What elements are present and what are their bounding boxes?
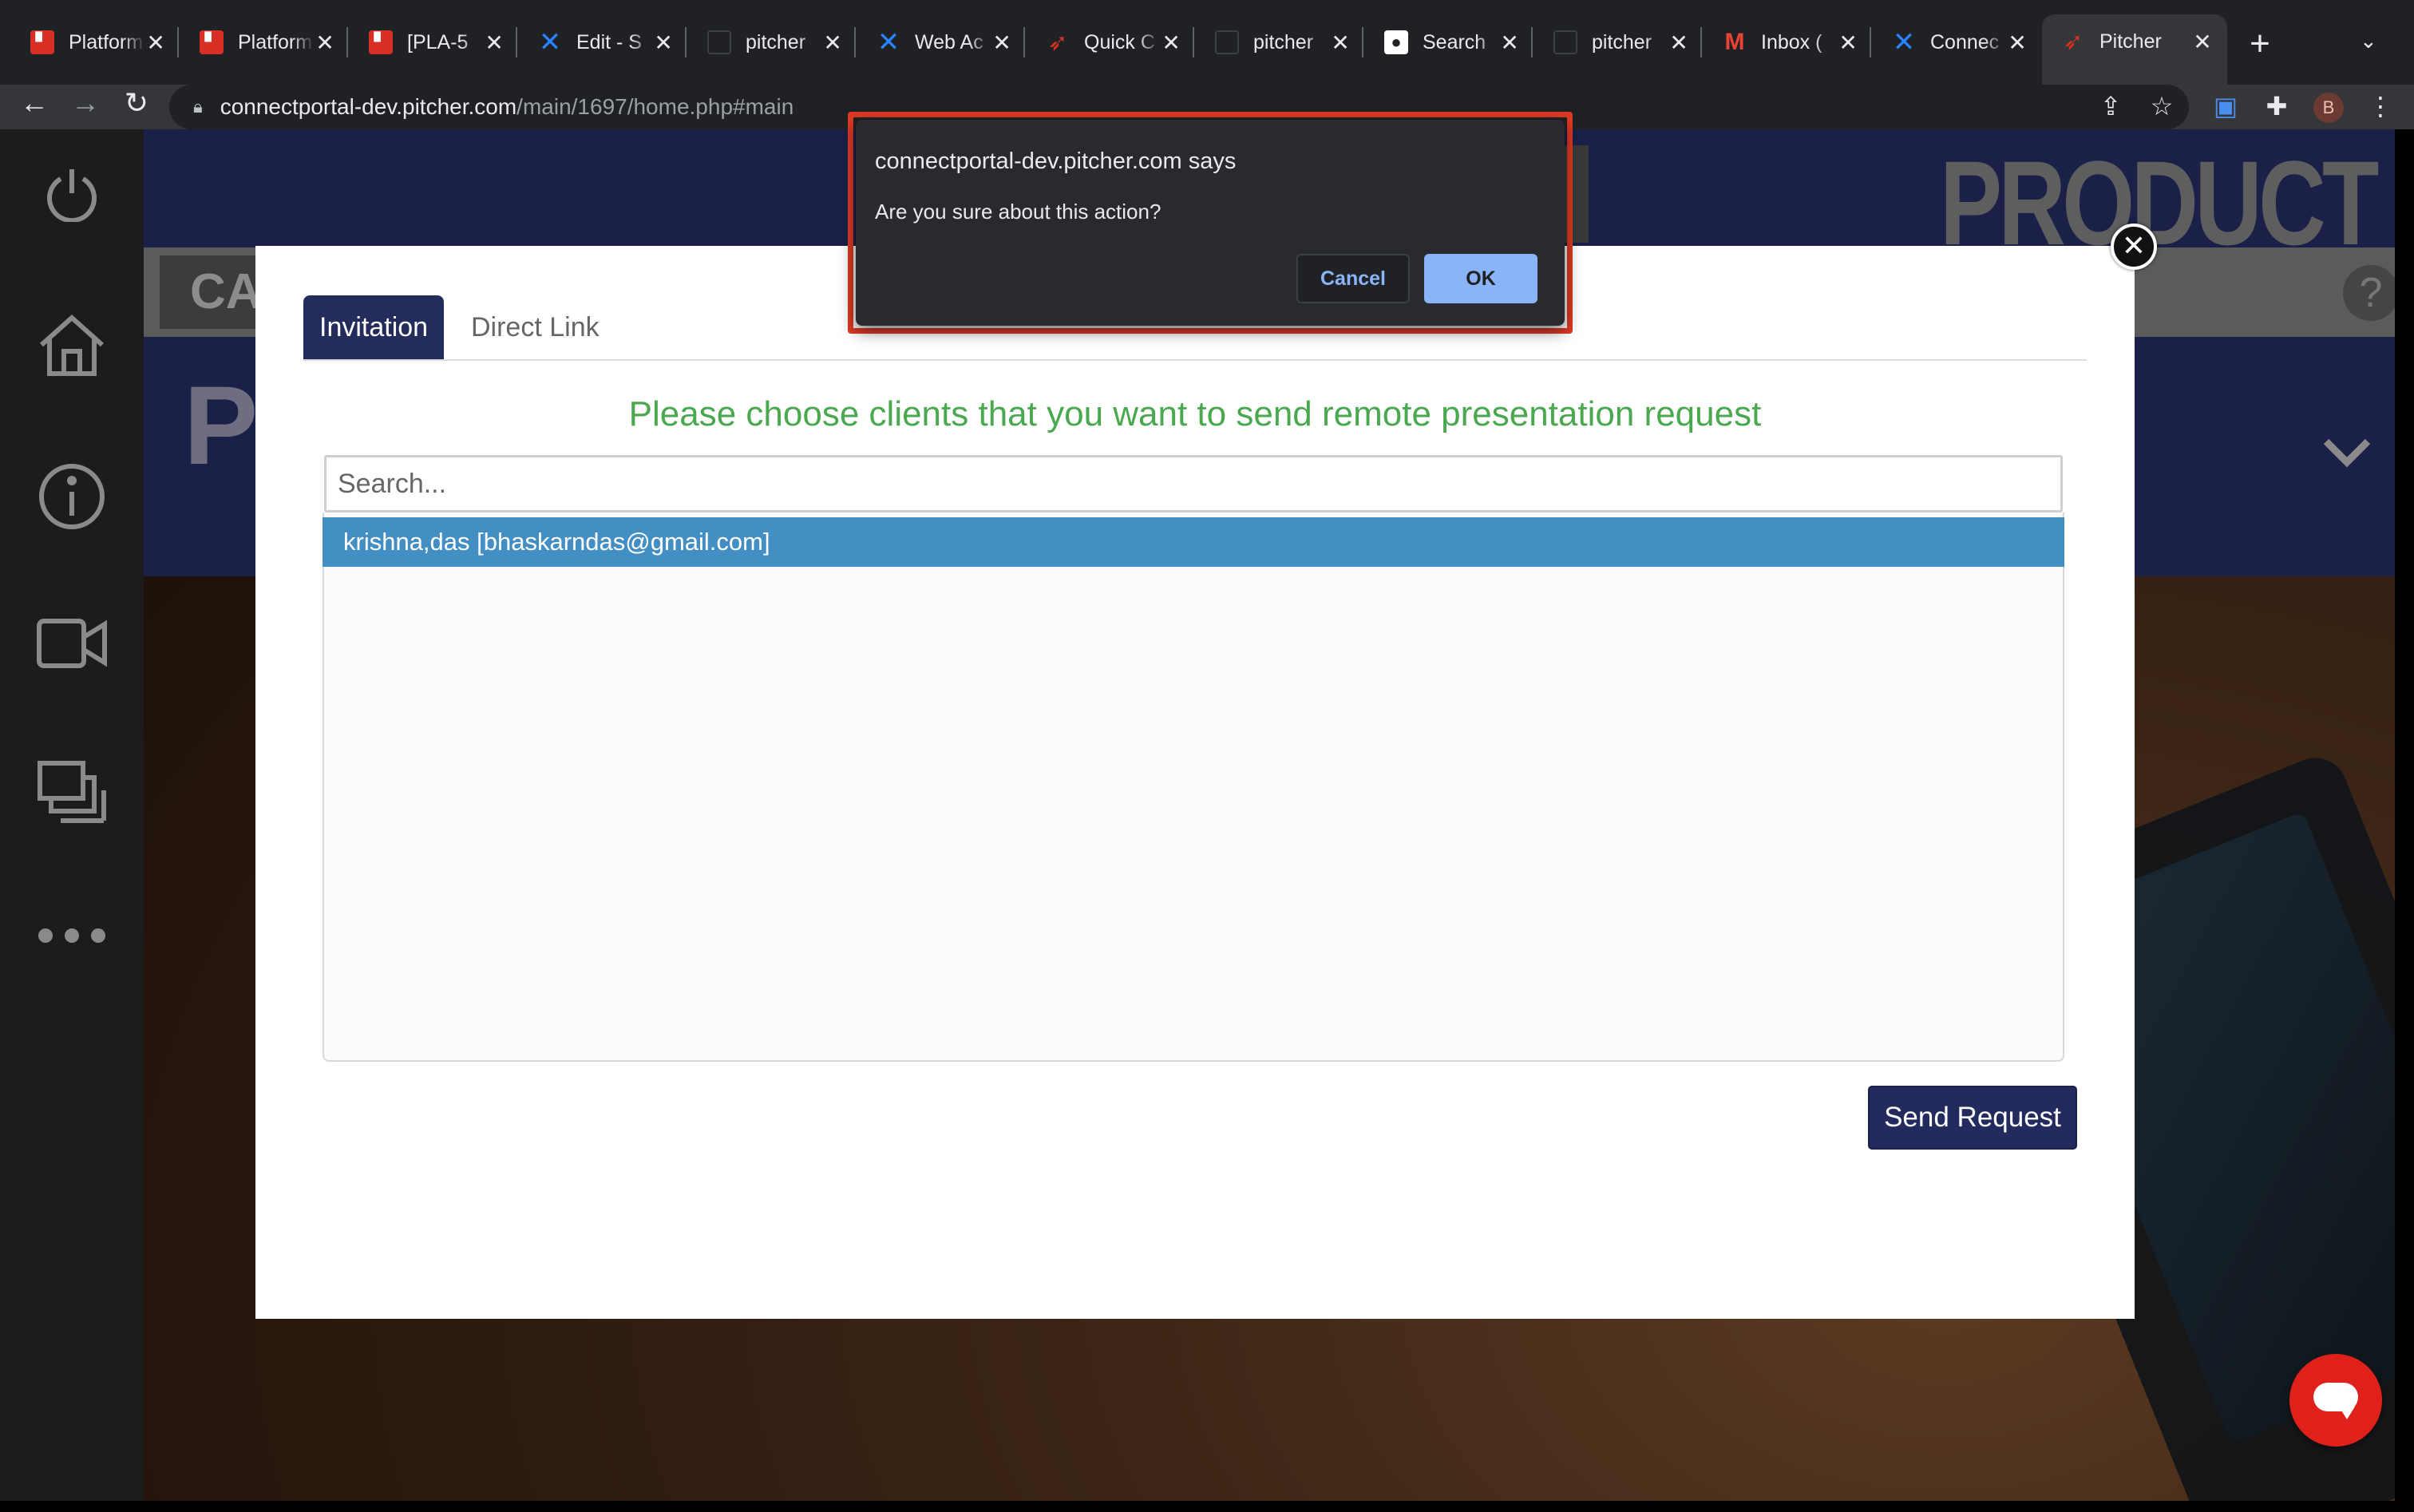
new-tab-button[interactable]: + (2240, 24, 2280, 64)
extension-tracker-icon[interactable]: ▣ (2210, 91, 2242, 121)
tab-invitation[interactable]: Invitation (303, 295, 445, 359)
tab-title: Platform (238, 30, 313, 53)
github-icon (1215, 30, 1239, 54)
video-camera-icon[interactable] (32, 604, 112, 683)
client-search-input[interactable] (324, 455, 2063, 513)
url-host: connectportal-dev.pitcher.com (220, 94, 517, 119)
confirm-dialog: connectportal-dev.pitcher.com says Are y… (856, 120, 1565, 326)
send-request-button[interactable]: Send Request (1868, 1086, 2077, 1150)
close-tab-icon[interactable]: ✕ (822, 30, 843, 56)
close-tab-icon[interactable]: ✕ (991, 30, 1012, 56)
page-viewport: CATE PR PRODUCT I... ? Invitation Direct… (0, 129, 2395, 1501)
favicon-icon: ▘ (200, 30, 224, 54)
dialog-message: Are you sure about this action? (875, 200, 1161, 224)
share-icon[interactable]: ⇪ (2095, 91, 2127, 121)
presentations-icon[interactable] (32, 752, 112, 832)
close-tab-icon[interactable]: ✕ (2007, 30, 2028, 56)
browser-tab[interactable]: ▘ [PLA-5 ✕ (350, 16, 517, 69)
left-sidebar (0, 129, 144, 1501)
pitcher-icon: ➶ (1047, 29, 1068, 56)
close-tab-icon[interactable]: ✕ (484, 30, 505, 56)
dialog-title: connectportal-dev.pitcher.com says (875, 148, 1237, 174)
github-icon: ● (1384, 30, 1408, 54)
browser-tab[interactable]: pitcher ✕ (1534, 16, 1702, 69)
browser-tab[interactable]: ▘ Platform ✕ (180, 16, 348, 69)
home-icon[interactable] (32, 305, 112, 385)
chat-bubble-button[interactable] (2289, 1354, 2382, 1447)
browser-tab[interactable]: M Inbox ( ✕ (1704, 16, 1871, 69)
browser-tab[interactable]: ➶ Quick C ✕ (1027, 16, 1194, 69)
github-icon (1553, 30, 1577, 54)
browser-tab[interactable]: ✕ Connec ✕ (1873, 16, 2040, 69)
close-tab-icon[interactable]: ✕ (1161, 30, 1181, 56)
tab-title: Connec (1930, 30, 2000, 53)
bookmark-star-icon[interactable]: ☆ (2146, 91, 2178, 121)
browser-menu-icon[interactable]: ⋮ (2365, 91, 2396, 121)
url-path: /main/1697/home.php#main (516, 94, 794, 119)
reload-icon[interactable]: ↻ (117, 86, 156, 120)
chevron-down-icon[interactable] (2323, 437, 2371, 473)
info-icon[interactable] (32, 457, 112, 536)
pitcher-icon: ➶ (2063, 28, 2084, 55)
tab-direct-link[interactable]: Direct Link (455, 295, 615, 359)
confluence-icon: ✕ (1892, 27, 1916, 57)
modal-heading: Please choose clients that you want to s… (628, 394, 1762, 433)
browser-tab[interactable]: ✕ Web Ac ✕ (857, 16, 1025, 69)
close-tab-icon[interactable]: ✕ (653, 30, 674, 56)
browser-tab[interactable]: pitcher ✕ (1196, 16, 1363, 69)
close-tab-icon[interactable]: ✕ (1499, 30, 1520, 56)
tab-title: Pitcher (2099, 30, 2162, 53)
browser-tab-active[interactable]: ➶ Pitcher ✕ (2042, 14, 2227, 85)
profile-avatar[interactable]: B (2313, 93, 2344, 123)
remote-presentation-modal: Invitation Direct Link Please choose cli… (255, 246, 2135, 1319)
tab-title: Web Ac (915, 30, 983, 53)
window-bottom-edge (0, 1501, 2414, 1512)
ok-button[interactable]: OK (1424, 254, 1537, 303)
tab-title: Quick C (1084, 30, 1155, 53)
tab-search-chevron-icon[interactable]: ⌄ (2360, 29, 2377, 53)
browser-tab[interactable]: ✕ Edit - S ✕ (519, 16, 687, 69)
browser-tab[interactable]: ● Search ✕ (1365, 16, 1533, 69)
lock-icon: 🔒︎ (193, 97, 203, 117)
confluence-icon: ✕ (877, 27, 900, 57)
tab-title: [PLA-5 (407, 30, 469, 53)
tab-title: pitcher (746, 30, 806, 53)
client-list[interactable] (323, 513, 2064, 1062)
extensions-puzzle-icon[interactable]: ✚ (2261, 91, 2293, 121)
tab-title: Inbox ( (1761, 30, 1822, 53)
tab-title: Search (1423, 30, 1486, 53)
back-arrow-icon[interactable]: ← (14, 86, 54, 120)
close-tab-icon[interactable]: ✕ (145, 30, 166, 56)
confluence-icon: ✕ (538, 27, 562, 57)
browser-tab[interactable]: ▘ Platform ✕ (11, 16, 179, 69)
forward-arrow-icon[interactable]: → (65, 86, 105, 120)
close-tab-icon[interactable]: ✕ (1330, 30, 1351, 56)
tab-title: pitcher (1592, 30, 1652, 53)
client-list-item-selected[interactable]: krishna,das [bhaskarndas@gmail.com] (323, 517, 2064, 567)
close-tab-icon[interactable]: ✕ (315, 30, 335, 56)
tab-title: Platform (69, 30, 144, 53)
help-icon[interactable]: ? (2343, 265, 2395, 321)
modal-close-icon[interactable]: ✕ (2111, 224, 2157, 270)
window-edge (2395, 129, 2414, 1501)
browser-tab-strip: ▘ Platform ✕ ▘ Platform ✕ ▘ [PLA-5 ✕ ✕ Edit - S… (0, 0, 2414, 85)
github-icon (707, 30, 731, 54)
cancel-button[interactable]: Cancel (1296, 254, 1410, 303)
favicon-icon: ▘ (369, 30, 393, 54)
close-tab-icon[interactable]: ✕ (2190, 29, 2214, 55)
power-icon[interactable] (32, 153, 112, 233)
favicon-icon: ▘ (30, 30, 54, 54)
tab-title: Edit - S (576, 30, 642, 53)
browser-tab[interactable]: pitcher ✕ (688, 16, 856, 69)
close-tab-icon[interactable]: ✕ (1838, 30, 1858, 56)
gmail-icon: M (1724, 29, 1745, 55)
tab-title: pitcher (1253, 30, 1314, 53)
close-tab-icon[interactable]: ✕ (1668, 30, 1689, 56)
more-dots-icon[interactable] (32, 896, 112, 976)
